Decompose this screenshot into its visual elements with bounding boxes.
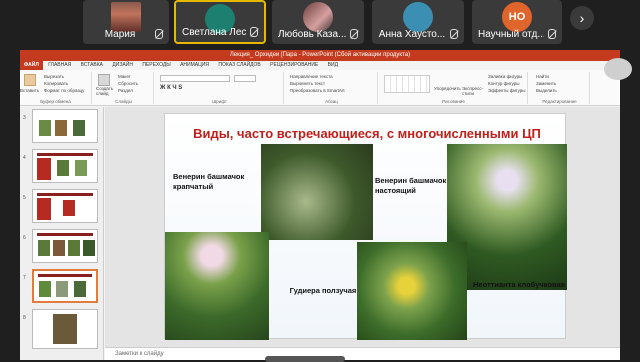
slide-title[interactable]: Виды, часто встречающиеся, с многочислен… (171, 126, 563, 141)
tab-insert[interactable]: ВСТАВКА (77, 61, 107, 70)
next-participants-button[interactable]: › (570, 6, 594, 30)
thumbnail-number: 4 (23, 155, 26, 161)
slide-thumbnails-pane: 3 4 5 6 7 8 (20, 107, 104, 360)
mic-muted-icon (155, 29, 163, 39)
new-slide-icon (98, 74, 110, 86)
caption-goodyera-repens: Гудиера ползучая (289, 286, 357, 295)
drawing-group: Упорядочить Экспресс-стили Заливка фигур… (380, 72, 528, 104)
group-label: Абзац (325, 99, 338, 104)
mic-muted-icon (450, 29, 458, 39)
paste-button[interactable]: Вставить (20, 88, 39, 93)
font-size-select[interactable] (234, 75, 256, 82)
copy-button[interactable]: Копировать (42, 80, 84, 87)
ribbon: Вставить Вырезать Копировать Формат по о… (20, 70, 620, 106)
participant-tile[interactable]: Мария (83, 0, 169, 44)
shape-effects-button[interactable]: Эффекты фигуры (486, 87, 526, 94)
slide-thumbnail[interactable] (32, 189, 98, 223)
orchid-photo-cypripedium-calceolus (357, 242, 467, 340)
caption-cypripedium-guttatum: Венерин башмачок крапчатый (173, 172, 245, 191)
font-name-select[interactable] (160, 75, 230, 82)
tab-view[interactable]: ВИД (324, 61, 342, 70)
shape-outline-button[interactable]: Контур фигуры (486, 80, 526, 87)
thumbnail-number: 5 (23, 195, 26, 201)
participant-tile[interactable]: НО Научный отд... (472, 0, 562, 44)
mic-muted-icon (350, 29, 358, 39)
ribbon-tabs: ФАЙЛ ГЛАВНАЯ ВСТАВКА ДИЗАЙН ПЕРЕХОДЫ АНИ… (20, 61, 620, 70)
powerpoint-window: Лекция_ Орхидеи [Пара - PowerPoint (Сбой… (20, 50, 620, 360)
new-slide-button[interactable]: Создать слайд (96, 86, 113, 96)
quick-styles-button[interactable]: Экспресс-стили (462, 86, 483, 96)
orchid-photo-goodyera (261, 144, 373, 240)
group-label: Шрифт (212, 99, 227, 104)
align-text-button[interactable]: Выровнять текст (288, 80, 345, 87)
text-direction-button[interactable]: Направление текста (288, 73, 345, 80)
thumbnail-number: 8 (23, 315, 26, 321)
mic-muted-icon (250, 27, 258, 37)
group-label: Буфер обмена (40, 99, 71, 104)
window-title: Лекция_ Орхидеи [Пара - PowerPoint (Сбой… (20, 50, 620, 61)
smartart-button[interactable]: Преобразовать в SmartArt (288, 87, 345, 94)
select-button[interactable]: Выделить (534, 87, 557, 94)
reset-button[interactable]: Сбросить (116, 80, 138, 87)
participant-tile[interactable]: Любовь Каза... (272, 0, 364, 44)
slide-notes[interactable]: Заметки к слайду (105, 347, 620, 360)
clipboard-group: Вставить Вырезать Копировать Формат по о… (20, 72, 92, 104)
participant-tile[interactable]: Анна Хаусто... (372, 0, 464, 44)
tab-home[interactable]: ГЛАВНАЯ (44, 61, 75, 70)
paragraph-group: Направление текста Выровнять текст Преоб… (286, 72, 378, 104)
participant-name: Научный отд... (478, 29, 544, 40)
thumbnail-number: 3 (23, 115, 26, 121)
slide-thumbnail-selected[interactable] (32, 269, 98, 303)
section-button[interactable]: Раздел (116, 87, 138, 94)
participant-strip: Мария Светлана Лесина Любовь Каза... Анн… (0, 0, 640, 48)
paste-icon (24, 74, 36, 86)
tab-review[interactable]: РЕЦЕНЗИРОВАНИЕ (266, 61, 322, 70)
tab-animation[interactable]: АНИМАЦИЯ (176, 61, 213, 70)
shape-fill-button[interactable]: Заливка фигуры (486, 73, 526, 80)
replace-button[interactable]: Заменить (534, 80, 557, 87)
slide-canvas[interactable]: Виды, часто встречающиеся, с многочислен… (164, 113, 567, 340)
participant-avatar (111, 2, 141, 32)
participant-name: Любовь Каза... (278, 29, 346, 40)
slide-editor: Виды, часто встречающиеся, с многочислен… (105, 107, 620, 347)
thumbnail-number: 6 (23, 235, 26, 241)
bold-italic-underline-icons[interactable]: Ж К Ч S (160, 85, 182, 91)
tab-transitions[interactable]: ПЕРЕХОДЫ (138, 61, 174, 70)
group-label: Слайды (115, 99, 132, 104)
orchid-photo-cypripedium-guttatum (165, 232, 269, 340)
participant-name: Мария (104, 29, 136, 40)
font-group: Ж К Ч S Шрифт (156, 72, 284, 104)
cut-button[interactable]: Вырезать (42, 73, 84, 80)
editing-group: Найти Заменить Выделить Редактирование (530, 72, 590, 104)
format-painter-button[interactable]: Формат по образцу (42, 87, 84, 94)
tab-slideshow[interactable]: ПОКАЗ СЛАЙДОВ (214, 61, 264, 70)
find-button[interactable]: Найти (534, 73, 557, 80)
scroll-bar[interactable] (265, 356, 345, 362)
participant-tile-active[interactable]: Светлана Лесина (174, 0, 266, 44)
mic-muted-icon (548, 29, 556, 39)
slide-thumbnail[interactable] (32, 149, 98, 183)
participant-avatar: НО (502, 2, 532, 32)
window-control-icon[interactable] (604, 58, 632, 80)
thumbnail-number: 7 (23, 275, 26, 281)
tab-file[interactable]: ФАЙЛ (20, 61, 43, 70)
slide-thumbnail[interactable] (32, 109, 98, 143)
participant-avatar (303, 2, 333, 32)
participant-name: Анна Хаусто... (378, 29, 446, 40)
group-label: Редактирование (542, 99, 577, 104)
caption-neottianthe-cucullata: Неоттианта клобучковая (473, 280, 566, 289)
tab-design[interactable]: ДИЗАЙН (108, 61, 137, 70)
caption-cypripedium-calceolus: Венерин башмачок настоящий (375, 176, 447, 195)
arrange-button[interactable]: Упорядочить (434, 86, 461, 91)
slides-group: Создать слайд Макет Сбросить Раздел Слай… (94, 72, 154, 104)
shapes-gallery[interactable] (384, 75, 430, 93)
layout-button[interactable]: Макет (116, 73, 138, 80)
slide-thumbnail[interactable] (32, 229, 98, 263)
slide-thumbnail[interactable] (32, 309, 98, 349)
participant-name: Светлана Лесина (182, 27, 246, 38)
participant-avatar (403, 2, 433, 32)
group-label: Рисование (442, 99, 465, 104)
